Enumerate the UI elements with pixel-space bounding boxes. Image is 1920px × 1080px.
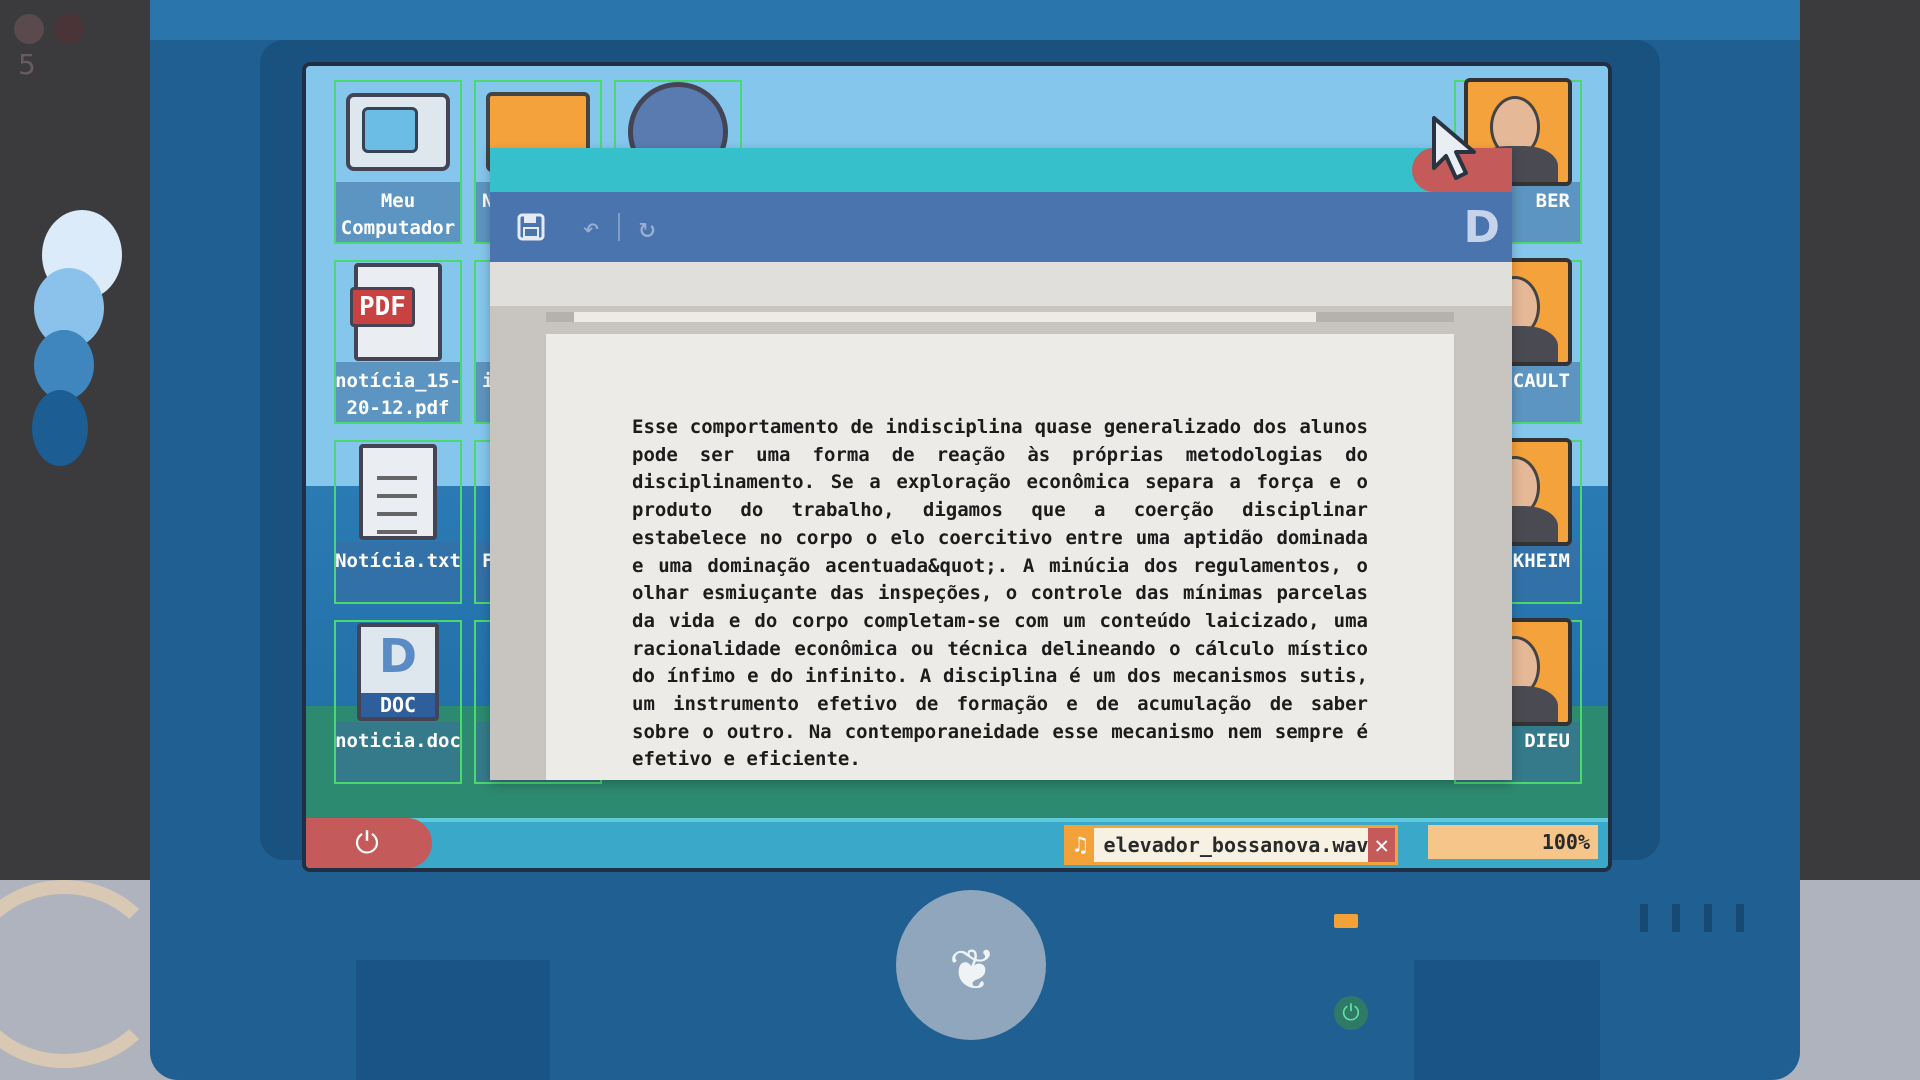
desktop-icon-label: Meu Computador (336, 182, 460, 242)
pineapple-logo-icon: ❦ (896, 890, 1046, 1040)
media-close-button[interactable]: ✕ (1368, 828, 1395, 862)
computer-icon (346, 93, 450, 171)
toolbar-separator (618, 213, 620, 241)
desktop-icon-label: Notícia.txt (335, 542, 461, 602)
monitor-top (150, 0, 1800, 40)
volume-indicator[interactable]: 100% (1428, 825, 1598, 859)
paint-blob (32, 390, 88, 466)
hud-dots (14, 14, 94, 48)
media-player: ♫ elevador_bossanova.wav ✕ (1064, 825, 1398, 865)
music-note-icon: ♫ (1067, 828, 1094, 862)
desktop-icon-label: notícia_15-20-12.pdf (335, 362, 461, 422)
document-page[interactable]: Esse comportamento de indisciplina quase… (546, 334, 1454, 780)
hardware-power-icon[interactable]: ⏻ (1334, 996, 1368, 1030)
document-text: Esse comportamento de indisciplina quase… (632, 416, 1368, 771)
text-file-icon (359, 444, 437, 540)
redo-icon[interactable]: ↻ (624, 204, 670, 250)
close-icon: ✕ (1374, 831, 1389, 859)
desktop-icon-label: noticia.doc (335, 722, 461, 782)
page-ruler-margin (574, 312, 1316, 322)
desktop-icon-my-computer[interactable]: Meu Computador (334, 80, 462, 244)
desktop-icon-txt[interactable]: Notícia.txt (334, 440, 462, 604)
status-led (1334, 914, 1358, 928)
document-window: ↶ ↻ D Esse comportamento de indisciplina… (490, 148, 1512, 780)
vent (1736, 904, 1744, 932)
vent (1704, 904, 1712, 932)
floppy-slot (356, 960, 550, 1080)
undo-icon[interactable]: ↶ (568, 204, 614, 250)
vent (1640, 904, 1648, 932)
pdf-icon: PDF (350, 263, 442, 361)
hud-counter: 5 (18, 48, 36, 81)
desktop-icon-doc[interactable]: D DOC noticia.doc (334, 620, 462, 784)
power-icon: ⏻ (355, 825, 379, 861)
window-toolbar: ↶ ↻ D (490, 192, 1512, 262)
hud-dot (54, 14, 84, 44)
media-file-name: elevador_bossanova.wav (1103, 833, 1369, 857)
taskbar (306, 818, 1608, 868)
window-titlebar[interactable] (490, 148, 1512, 192)
app-logo: D (1463, 201, 1500, 253)
power-button[interactable]: ⏻ (306, 818, 432, 868)
vent (1672, 904, 1680, 932)
doc-file-icon: D DOC (357, 623, 439, 721)
floppy-slot (1414, 960, 1600, 1080)
desktop-icon-pdf[interactable]: PDF notícia_15-20-12.pdf (334, 260, 462, 424)
window-header-strip (490, 262, 1512, 306)
hud-dot (14, 14, 44, 44)
save-icon[interactable] (508, 204, 554, 250)
